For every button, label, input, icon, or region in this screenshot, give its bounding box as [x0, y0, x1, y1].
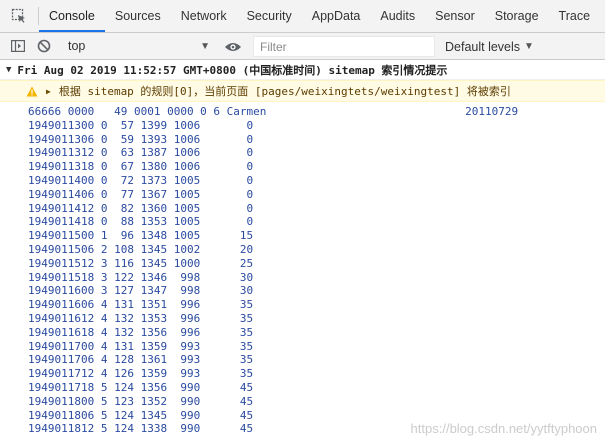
- log-levels-label: Default levels: [445, 39, 521, 54]
- log-line: 1949011718 5 124 1356 990 45: [28, 380, 254, 394]
- chevron-down-icon: ▼: [524, 41, 534, 52]
- tab-security[interactable]: Security: [237, 0, 302, 32]
- chevron-down-icon: ▼: [200, 40, 210, 52]
- tab-network[interactable]: Network: [171, 0, 237, 32]
- console-warning-message[interactable]: ▶ 根据 sitemap 的规则[0]，当前页面 [pages/weixingt…: [0, 80, 605, 102]
- log-line: 1949011318 0 67 1380 1006 0: [28, 160, 254, 174]
- log-line: 1949011412 0 82 1360 1005 0: [28, 201, 254, 215]
- console-group-header[interactable]: ▼ Fri Aug 02 2019 11:52:57 GMT+0800 (中国标…: [0, 60, 605, 80]
- log-line: 1949011512 3 116 1345 1000 25: [28, 256, 254, 270]
- tab-storage[interactable]: Storage: [485, 0, 549, 32]
- tab-audits[interactable]: Audits: [370, 0, 425, 32]
- log-line: 1949011500 1 96 1348 1005 15: [28, 229, 254, 243]
- context-select[interactable]: top ▼: [68, 33, 214, 59]
- watermark: https://blog.csdn.net/yytftyphoon: [410, 421, 597, 436]
- warning-icon: [26, 86, 38, 96]
- log-line: 1949011606 4 131 1351 996 35: [28, 298, 254, 312]
- log-line: 1949011300 0 57 1399 1006 0: [28, 118, 254, 132]
- log-levels-dropdown[interactable]: Default levels ▼: [445, 33, 534, 60]
- filter-input[interactable]: [253, 36, 435, 57]
- log-line: 1949011418 0 88 1353 1005 0: [28, 215, 254, 229]
- console-toolbar: top ▼ Default levels ▼: [0, 33, 605, 60]
- expand-triangle-icon[interactable]: ▼: [6, 65, 11, 75]
- log-line: 1949011706 4 128 1361 993 35: [28, 353, 254, 367]
- log-line: 1949011506 2 108 1345 1002 20: [28, 242, 254, 256]
- inspect-element-icon[interactable]: [0, 0, 38, 32]
- clear-console-icon[interactable]: [31, 33, 57, 60]
- tab-sources[interactable]: Sources: [105, 0, 171, 32]
- toggle-sidebar-icon[interactable]: [5, 33, 31, 60]
- log-line: 1949011518 3 122 1346 998 30: [28, 270, 254, 284]
- log-line: 1949011700 4 131 1359 993 35: [28, 339, 254, 353]
- devtools-tab-bar: Console Sources Network Security AppData Audi…: [0, 0, 605, 33]
- log-line: 1949011400 0 72 1373 1005 0: [28, 173, 254, 187]
- context-select-value: top: [68, 39, 86, 53]
- log-line: 1949011306 0 59 1393 1006 0: [28, 132, 254, 146]
- expand-triangle-icon[interactable]: ▶: [46, 87, 51, 96]
- panel-tabs: Console Sources Network Security AppData Audi…: [39, 0, 600, 32]
- log-line: 1949011612 4 132 1353 996 35: [28, 311, 254, 325]
- log-lines: 66666 0000 49 0001 0000 0 6 Carmen 20110…: [0, 102, 605, 436]
- live-expression-eye-icon[interactable]: [220, 33, 246, 60]
- tab-sensor[interactable]: Sensor: [425, 0, 485, 32]
- tab-appdata[interactable]: AppData: [302, 0, 371, 32]
- log-line: 1949011406 0 77 1367 1005 0: [28, 187, 254, 201]
- tab-console[interactable]: Console: [39, 0, 105, 32]
- log-line: 1949011800 5 123 1352 990 45: [28, 394, 254, 408]
- log-line: 1949011600 3 127 1347 998 30: [28, 284, 254, 298]
- log-line: 1949011618 4 132 1356 996 35: [28, 325, 254, 339]
- tab-trace[interactable]: Trace: [549, 0, 601, 32]
- warning-text: 根据 sitemap 的规则[0]，当前页面 [pages/weixingtet…: [58, 85, 511, 98]
- log-line: 1949011712 4 126 1359 993 35: [28, 367, 254, 381]
- log-line: 66666 0000 49 0001 0000 0 6 Carmen 20110…: [28, 105, 519, 118]
- console-output: ▼ Fri Aug 02 2019 11:52:57 GMT+0800 (中国标…: [0, 60, 605, 436]
- log-line: 1949011312 0 63 1387 1006 0: [28, 146, 254, 160]
- console-group-title: Fri Aug 02 2019 11:52:57 GMT+0800 (中国标准时…: [17, 63, 448, 77]
